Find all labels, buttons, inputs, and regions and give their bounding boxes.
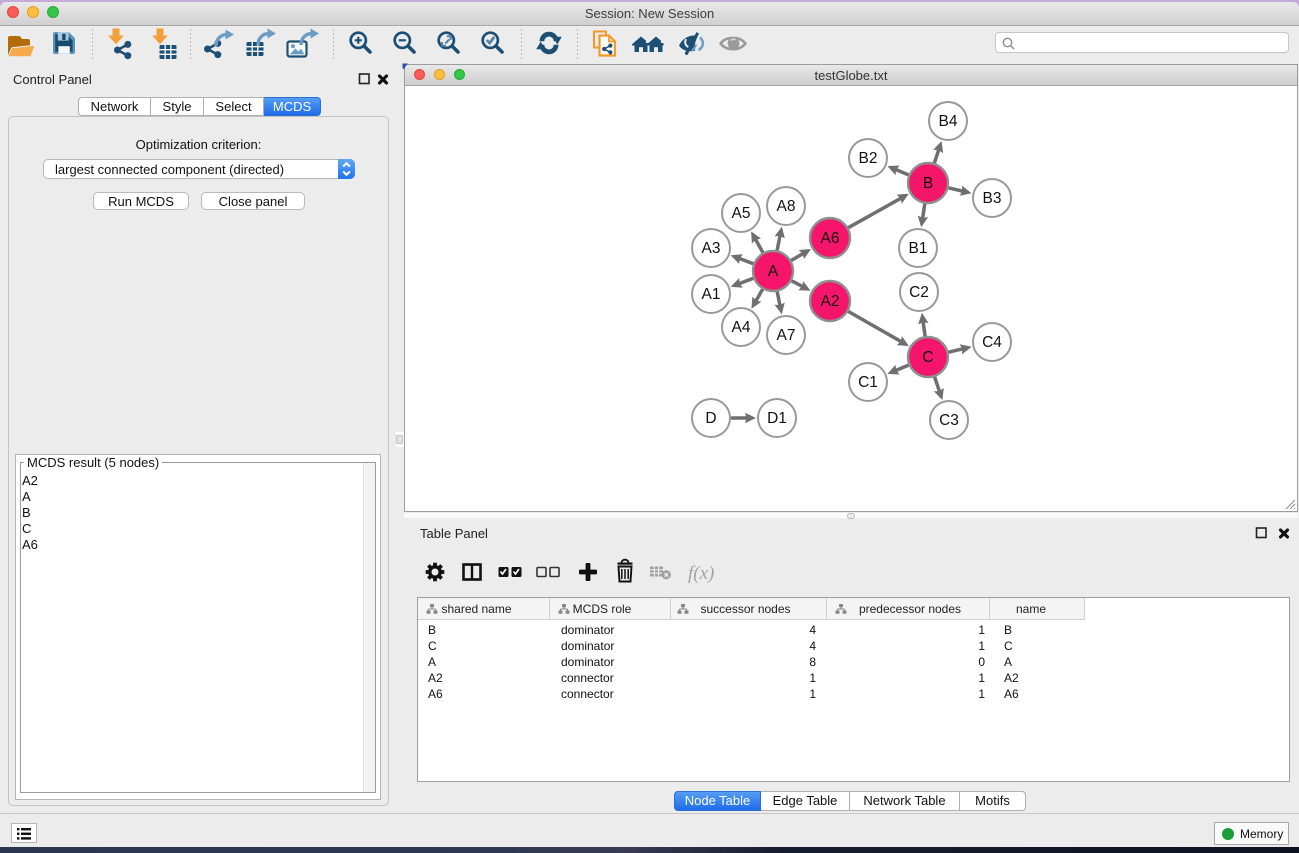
svg-text:A7: A7 [777,327,796,344]
svg-text:A2: A2 [821,293,840,310]
svg-text:A5: A5 [732,205,751,222]
svg-text:B2: B2 [859,150,878,167]
svg-text:B4: B4 [939,113,958,130]
svg-text:A4: A4 [732,319,751,336]
svg-text:A3: A3 [702,240,721,257]
svg-text:C4: C4 [982,334,1002,351]
svg-text:A8: A8 [777,198,796,215]
svg-text:B3: B3 [983,190,1002,207]
svg-text:D1: D1 [767,410,787,427]
svg-text:A1: A1 [702,286,721,303]
svg-text:C2: C2 [909,284,929,301]
svg-text:C: C [922,349,933,366]
svg-text:C1: C1 [858,374,878,391]
svg-text:A6: A6 [821,230,840,247]
svg-text:C3: C3 [939,412,959,429]
svg-text:B1: B1 [909,240,928,257]
svg-text:A: A [768,263,779,280]
svg-text:f(x): f(x) [688,563,714,584]
svg-text:D: D [705,410,716,427]
svg-text:B: B [923,175,933,192]
